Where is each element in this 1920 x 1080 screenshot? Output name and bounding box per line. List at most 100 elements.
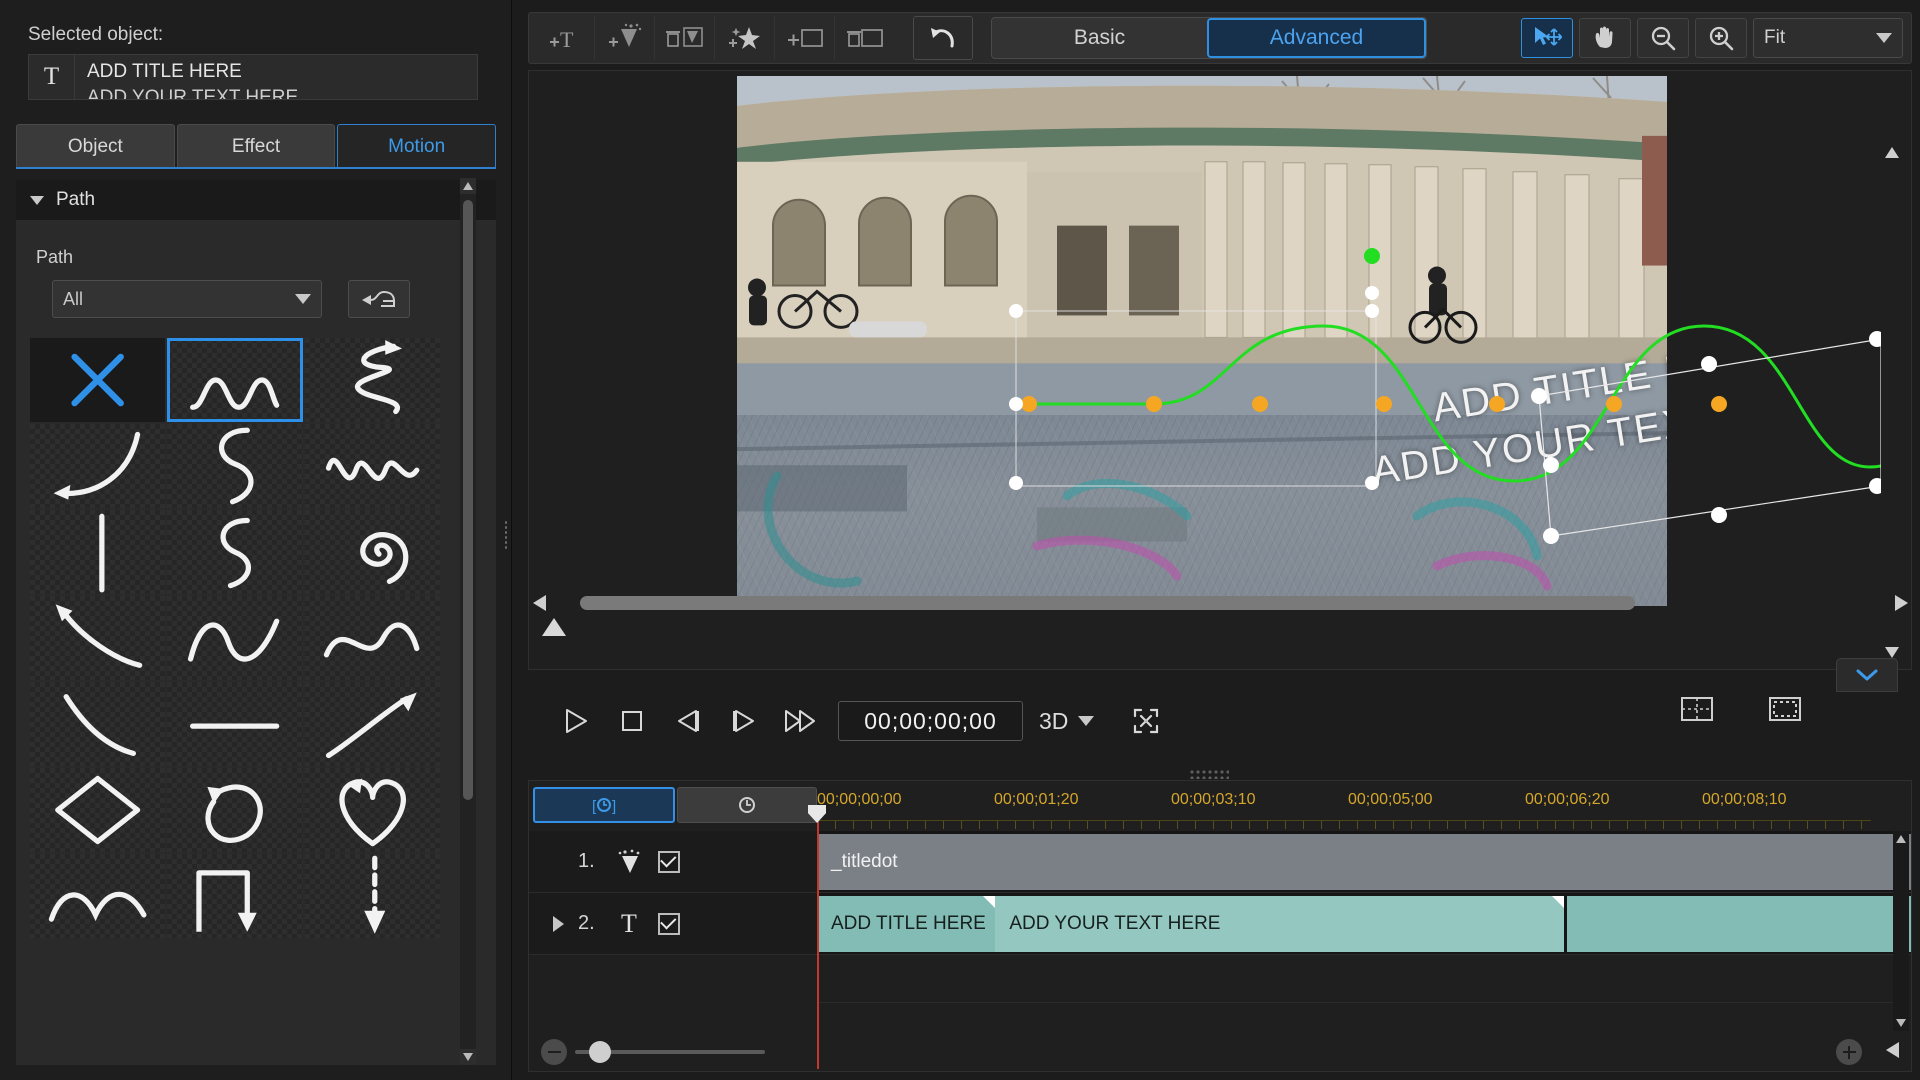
playhead[interactable] bbox=[808, 805, 826, 1069]
track-enable-checkbox[interactable] bbox=[658, 912, 680, 935]
delete-particle-button[interactable] bbox=[655, 16, 715, 60]
scroll-right-icon[interactable] bbox=[1890, 592, 1912, 614]
path-preset-heart[interactable] bbox=[304, 768, 440, 852]
safe-zone-button[interactable] bbox=[1768, 696, 1802, 727]
zoom-level-select[interactable]: Fit bbox=[1753, 18, 1903, 58]
keyframe-mode-button[interactable]: [ ] bbox=[533, 787, 675, 823]
preview-horizontal-scrollbar[interactable] bbox=[528, 592, 1912, 614]
mode-advanced-button[interactable]: Advanced bbox=[1207, 18, 1426, 58]
path-preset-spiral-zigzag[interactable] bbox=[304, 338, 440, 422]
path-preset-arc-arrow-up[interactable] bbox=[304, 682, 440, 766]
scroll-up-icon[interactable] bbox=[460, 178, 476, 194]
timeline-clip[interactable] bbox=[1567, 896, 1911, 952]
path-preset-wide-wave[interactable] bbox=[167, 596, 303, 680]
motion-path-overlay[interactable] bbox=[529, 71, 1881, 636]
zoom-out-button[interactable] bbox=[1637, 18, 1689, 58]
timeline-resize-grip[interactable] bbox=[1189, 769, 1229, 779]
zoom-in-button[interactable] bbox=[1695, 18, 1747, 58]
tab-object[interactable]: Object bbox=[16, 124, 175, 168]
keyframe-dot[interactable] bbox=[1252, 396, 1268, 412]
path-preset-horizontal-line[interactable] bbox=[167, 682, 303, 766]
undo-button[interactable] bbox=[913, 16, 973, 60]
timeline-zoom-out-button[interactable] bbox=[541, 1039, 567, 1065]
path-preset-wave[interactable] bbox=[167, 338, 303, 422]
path-preset-diagonal-arrow[interactable] bbox=[30, 596, 166, 680]
keyframe-dot[interactable] bbox=[1489, 396, 1505, 412]
next-frame-button[interactable] bbox=[716, 697, 772, 745]
track-enable-checkbox[interactable] bbox=[658, 850, 680, 873]
add-title-button[interactable]: T bbox=[535, 16, 595, 60]
keyframe-dot[interactable] bbox=[1376, 396, 1392, 412]
panel-splitter-handle[interactable] bbox=[499, 515, 512, 555]
scroll-down-icon[interactable] bbox=[460, 1049, 476, 1065]
timeline-range-marker-icon[interactable] bbox=[542, 618, 566, 636]
fullscreen-button[interactable] bbox=[1122, 699, 1170, 743]
tv-safe-grid-button[interactable] bbox=[1680, 696, 1714, 727]
create-custom-path-button[interactable] bbox=[348, 280, 410, 318]
time-mode-button[interactable] bbox=[677, 787, 817, 823]
previous-frame-button[interactable] bbox=[660, 697, 716, 745]
timeline-ruler[interactable]: 00;00;00;00 00;00;01;20 00;00;03;10 00;0… bbox=[817, 787, 1871, 831]
path-preset-vertical-line[interactable] bbox=[30, 510, 166, 594]
left-panel-scrollbar[interactable] bbox=[460, 178, 476, 1065]
scrollbar-thumb[interactable] bbox=[580, 596, 1635, 610]
path-start-node[interactable] bbox=[1364, 248, 1380, 264]
view-mode-select[interactable]: 3D bbox=[1039, 708, 1095, 735]
keyframe-dot[interactable] bbox=[1711, 396, 1727, 412]
preview-canvas[interactable]: ADD TITLE HERE ADD YOUR TEXT HE bbox=[528, 70, 1912, 670]
path-section-header[interactable]: Path bbox=[16, 180, 496, 220]
select-move-tool-button[interactable] bbox=[1521, 18, 1573, 58]
path-preset-diamond[interactable] bbox=[30, 768, 166, 852]
path-preset-none[interactable] bbox=[30, 338, 166, 422]
preview-vertical-scrollbar[interactable] bbox=[1881, 141, 1903, 663]
stop-button[interactable] bbox=[604, 697, 660, 745]
play-button[interactable] bbox=[548, 697, 604, 745]
path-preset-loose-wave[interactable] bbox=[304, 596, 440, 680]
path-filter-select[interactable]: All bbox=[52, 280, 322, 318]
pan-tool-button[interactable] bbox=[1579, 18, 1631, 58]
path-preset-zigzag-wave[interactable] bbox=[304, 424, 440, 508]
tab-effect[interactable]: Effect bbox=[176, 124, 336, 168]
timecode-field[interactable]: 00;00;00;00 bbox=[838, 701, 1023, 741]
expand-track-icon[interactable] bbox=[553, 915, 564, 932]
collapse-panel-button[interactable] bbox=[1836, 658, 1898, 692]
path-preset-circle-arrow[interactable] bbox=[167, 768, 303, 852]
delete-image-button[interactable] bbox=[835, 16, 895, 60]
track-lane[interactable]: _titledot bbox=[817, 831, 1911, 893]
path-preset-spiral[interactable] bbox=[304, 510, 440, 594]
tab-motion[interactable]: Motion bbox=[337, 124, 497, 168]
fast-forward-button[interactable] bbox=[772, 697, 828, 745]
empty-track-lane[interactable] bbox=[817, 955, 1893, 1003]
timeline-clip[interactable]: ADD TITLE HERE bbox=[817, 896, 996, 952]
scroll-up-icon[interactable] bbox=[1881, 141, 1903, 163]
zoom-slider-thumb[interactable] bbox=[589, 1041, 611, 1063]
path-preset-curve-left-arrow[interactable] bbox=[30, 424, 166, 508]
keyframe-dot[interactable] bbox=[1146, 396, 1162, 412]
path-preset-small-s-curve[interactable] bbox=[167, 510, 303, 594]
path-preset-square-step-arrow[interactable] bbox=[167, 854, 303, 938]
mode-basic-button[interactable]: Basic bbox=[992, 18, 1207, 58]
add-effect-button[interactable] bbox=[715, 16, 775, 60]
add-particle-button[interactable] bbox=[595, 16, 655, 60]
timeline-vertical-scrollbar[interactable] bbox=[1893, 831, 1909, 1031]
path-preset-arc[interactable] bbox=[30, 682, 166, 766]
add-image-button[interactable] bbox=[775, 16, 835, 60]
timeline-clip[interactable]: ADD YOUR TEXT HERE bbox=[995, 896, 1565, 952]
keyframe-dot[interactable] bbox=[1606, 396, 1622, 412]
scroll-left-icon[interactable] bbox=[528, 592, 550, 614]
scrollbar-thumb[interactable] bbox=[463, 200, 473, 800]
timeline-zoom-in-button[interactable] bbox=[1836, 1039, 1862, 1065]
scroll-down-icon[interactable] bbox=[1893, 1015, 1909, 1031]
timeline-zoom-slider[interactable] bbox=[575, 1041, 765, 1063]
scroll-up-icon[interactable] bbox=[1893, 831, 1909, 847]
path-preset-s-curve[interactable] bbox=[167, 424, 303, 508]
timeline-scroll-left-button[interactable] bbox=[1886, 1041, 1899, 1063]
selection-handles-origin[interactable] bbox=[1009, 248, 1380, 490]
path-preset-double-hump[interactable] bbox=[30, 854, 166, 938]
path-preset-dashed-down-arrow[interactable] bbox=[304, 854, 440, 938]
selected-object-box[interactable]: T ADD TITLE HERE ADD YOUR TEXT HERE bbox=[28, 54, 478, 100]
scrollbar-track[interactable] bbox=[550, 596, 1890, 610]
track-lane[interactable]: ADD TITLE HERE ADD YOUR TEXT HERE bbox=[817, 893, 1911, 955]
keyframe-dot[interactable] bbox=[1021, 396, 1037, 412]
timeline-clip[interactable]: _titledot bbox=[817, 834, 1911, 890]
